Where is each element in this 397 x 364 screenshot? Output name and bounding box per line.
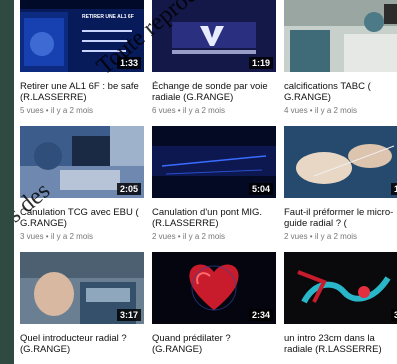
video-thumbnail[interactable]: RETIRER UNE AL1 6F 1:33 (20, 0, 144, 72)
video-thumbnail[interactable]: 2:05 (20, 126, 144, 198)
video-duration: 5:04 (248, 183, 273, 195)
thumbnail-caption: RETIRER UNE AL1 6F (82, 14, 134, 20)
video-card[interactable]: 3: un intro 23cm dans la radiale (R.LASS… (284, 252, 397, 364)
video-meta: 5 vues • il y a 2 mois (20, 106, 94, 115)
video-card[interactable]: 1: Faut-il préformer le micro-guide radi… (284, 126, 397, 244)
video-card[interactable]: 3:17 Quel introducteur radial ? (G.RANGE… (20, 252, 144, 364)
video-grid-page: RETIRER UNE AL1 6F 1:33 Retirer une AL1 … (14, 0, 397, 364)
video-card[interactable]: 1:19 Échange de sonde par voie radiale (… (152, 0, 276, 118)
video-card[interactable]: RETIRER UNE AL1 6F 1:33 Retirer une AL1 … (20, 0, 144, 118)
video-card[interactable]: 2:34 Quand prédilater ? (G.RANGE) (152, 252, 276, 364)
video-meta: 6 vues • il y a 2 mois (152, 106, 226, 115)
video-meta: 2 vues • il y a 2 mois (152, 232, 226, 241)
video-duration: 3:17 (116, 309, 141, 321)
video-thumbnail[interactable]: 3:17 (20, 252, 144, 324)
video-grid: RETIRER UNE AL1 6F 1:33 Retirer une AL1 … (20, 0, 397, 364)
video-thumbnail[interactable]: 1:19 (152, 0, 276, 72)
video-duration: 1:33 (116, 57, 141, 69)
video-title[interactable]: Échange de sonde par voie radiale (G.RAN… (152, 81, 276, 103)
thumbnail-image (284, 0, 397, 72)
video-card[interactable]: calcifications TABC ( G.RANGE) 4 vues • … (284, 0, 397, 118)
video-duration: 2:05 (116, 183, 141, 195)
video-meta: 3 vues • il y a 2 mois (20, 232, 94, 241)
video-title[interactable]: Canulation TCG avec EBU ( G.RANGE) (20, 207, 144, 229)
thumbnail-image (284, 126, 397, 198)
video-meta: 4 vues • il y a 2 mois (284, 106, 358, 115)
video-thumbnail[interactable]: 2:34 (152, 252, 276, 324)
video-title[interactable]: Faut-il préformer le micro-guide radial … (284, 207, 397, 229)
video-card[interactable]: 2:05 Canulation TCG avec EBU ( G.RANGE) … (20, 126, 144, 244)
video-title[interactable]: Quel introducteur radial ? (G.RANGE) (20, 333, 144, 355)
video-thumbnail[interactable]: 5:04 (152, 126, 276, 198)
video-thumbnail[interactable]: 3: (284, 252, 397, 324)
video-duration: 2:34 (248, 309, 273, 321)
video-title[interactable]: Retirer une AL1 6F : be safe (R.LASSERRE… (20, 81, 144, 103)
video-duration: 1:19 (248, 57, 273, 69)
video-title[interactable]: Quand prédilater ? (G.RANGE) (152, 333, 276, 355)
thumbnail-image (284, 252, 397, 324)
video-thumbnail[interactable] (284, 0, 397, 72)
video-meta: 2 vues • il y a 2 mois (284, 232, 358, 241)
video-title[interactable]: Canulation d'un pont MIG. (R.LASSERRE) (152, 207, 276, 229)
video-card[interactable]: 5:04 Canulation d'un pont MIG. (R.LASSER… (152, 126, 276, 244)
video-thumbnail[interactable]: 1: (284, 126, 397, 198)
video-duration: 1: (390, 183, 397, 195)
video-title[interactable]: un intro 23cm dans la radiale (R.LASSERR… (284, 333, 397, 355)
video-title[interactable]: calcifications TABC ( G.RANGE) (284, 81, 397, 103)
video-duration: 3: (390, 309, 397, 321)
